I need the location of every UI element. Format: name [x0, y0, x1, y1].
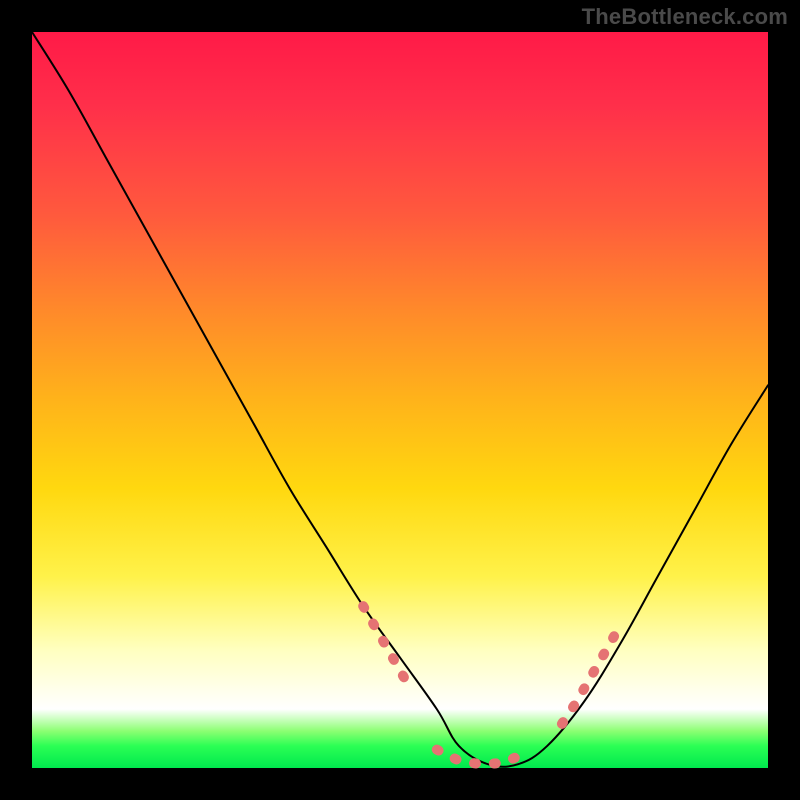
curve-layer — [32, 32, 768, 768]
watermark-text: TheBottleneck.com — [582, 4, 788, 30]
highlight-dots — [363, 606, 621, 764]
chart-stage: TheBottleneck.com — [0, 0, 800, 800]
bottleneck-curve — [32, 32, 768, 767]
plot-area — [32, 32, 768, 768]
